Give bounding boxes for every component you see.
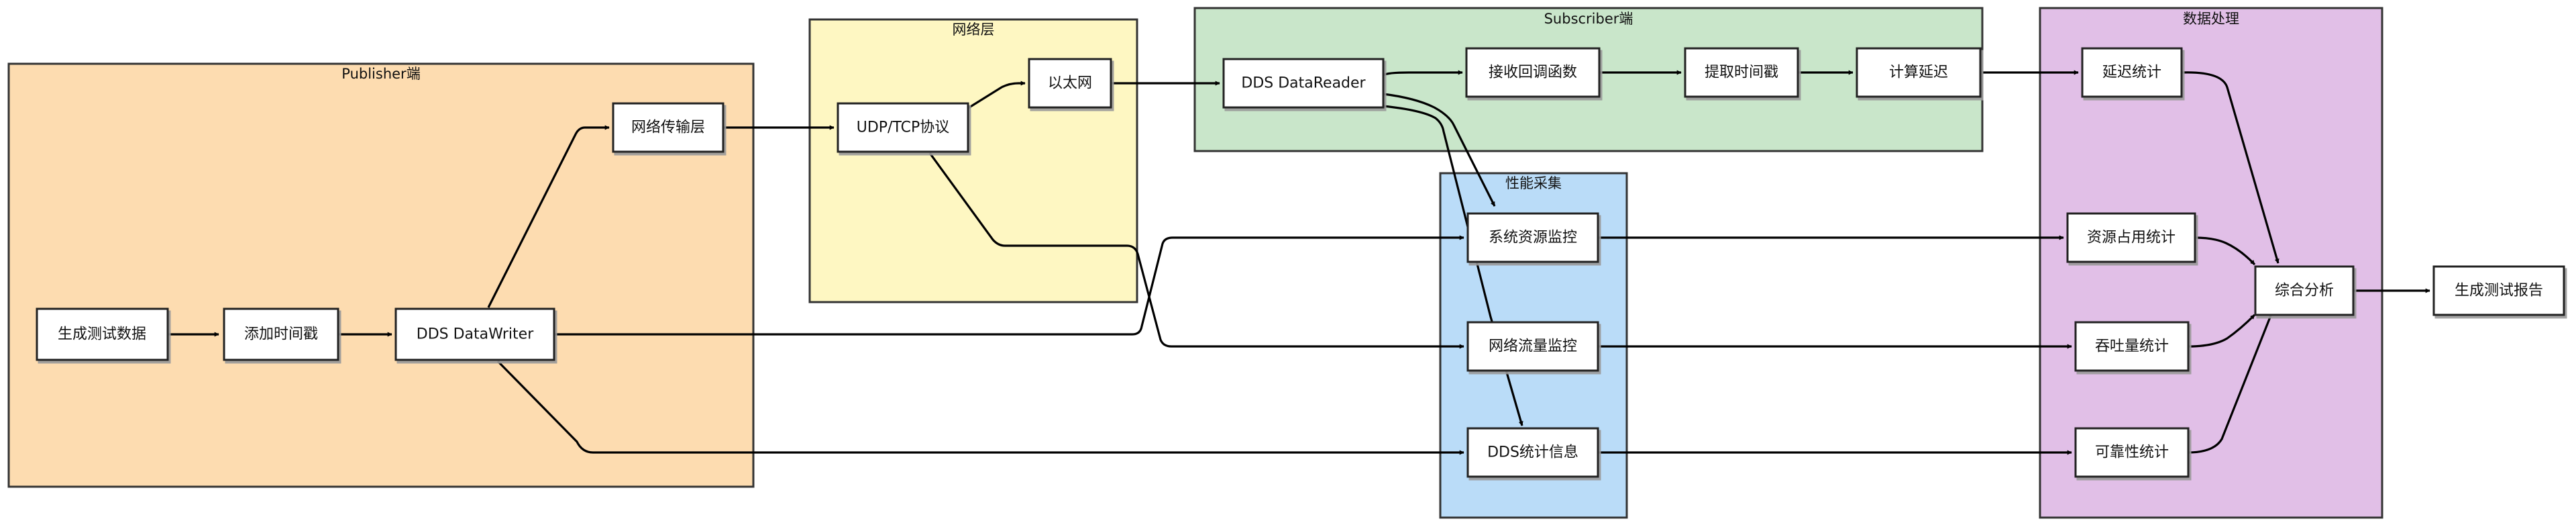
node-net-transport[interactable]: 网络传输层 [612,102,724,153]
node-add-ts-label: 添加时间戳 [244,326,318,343]
node-udp-tcp[interactable]: UDP/TCP协议 [837,102,969,153]
node-delay-stats-label: 延迟统计 [2102,64,2161,81]
publisher-group-title: Publisher端 [341,66,420,82]
node-ethernet-label: 以太网 [1048,75,1092,92]
network-group-title: 网络层 [953,21,995,38]
node-res-stats[interactable]: 资源占用统计 [2066,212,2196,263]
node-sys-res[interactable]: 系统资源监控 [1466,212,1599,263]
node-dds-stats-label: DDS统计信息 [1487,444,1578,461]
node-recv-cb-label: 接收回调函数 [1489,64,1577,81]
node-add-ts[interactable]: 添加时间戳 [223,307,339,361]
node-gen-data-label: 生成测试数据 [58,326,146,343]
node-extract-ts[interactable]: 提取时间戳 [1684,47,1799,98]
node-res-stats-label: 资源占用统计 [2087,230,2176,246]
node-sys-res-label: 系统资源监控 [1489,230,1577,246]
node-gen-data[interactable]: 生成测试数据 [36,307,169,361]
node-analysis[interactable]: 综合分析 [2254,265,2355,316]
node-recv-cb[interactable]: 接收回调函数 [1465,47,1601,98]
node-throughput[interactable]: 吞吐量统计 [2074,321,2190,372]
node-reader[interactable]: DDS DataReader [1222,58,1385,109]
node-writer[interactable]: DDS DataWriter [394,307,555,361]
node-dds-stats[interactable]: DDS统计信息 [1466,427,1599,478]
node-throughput-label: 吞吐量统计 [2095,338,2169,355]
node-reliability-label: 可靠性统计 [2095,444,2169,461]
node-report[interactable]: 生成测试报告 [2432,265,2565,316]
node-calc-delay[interactable]: 计算延迟 [1856,47,1982,98]
node-net-flow[interactable]: 网络流量监控 [1466,321,1599,372]
node-analysis-label: 综合分析 [2275,283,2334,299]
architecture-diagram: Publisher端 网络层 Subscriber端 性能采集 数据处理 生成测… [7,7,2565,519]
node-reader-label: DDS DataReader [1241,75,1366,92]
perf-group-title: 性能采集 [1505,175,1562,191]
node-udp-tcp-label: UDP/TCP协议 [857,119,950,136]
node-ethernet[interactable]: 以太网 [1028,58,1112,109]
node-net-transport-label: 网络传输层 [631,119,705,136]
node-delay-stats[interactable]: 延迟统计 [2081,47,2183,98]
node-report-label: 生成测试报告 [2455,283,2543,299]
node-writer-label: DDS DataWriter [417,326,534,343]
subscriber-group-title: Subscriber端 [1544,11,1633,27]
node-extract-ts-label: 提取时间戳 [1705,64,1778,81]
node-net-flow-label: 网络流量监控 [1489,338,1577,355]
data-group-title: 数据处理 [2183,11,2239,27]
node-reliability[interactable]: 可靠性统计 [2074,427,2190,478]
node-calc-delay-label: 计算延迟 [1889,64,1948,81]
